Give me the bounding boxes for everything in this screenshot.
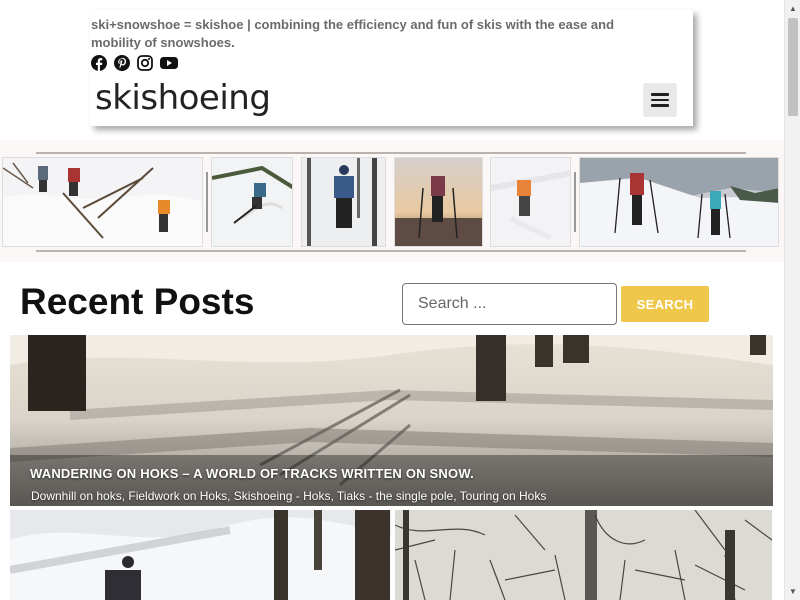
post-card-image [395,510,772,600]
hamburger-menu-icon [651,93,669,96]
banner-photo-powder-skier [490,157,571,247]
banner-photo-forest-skiers [2,157,203,247]
site-logo[interactable]: skishoeing [95,78,271,118]
banner-photo-sunset-skier [394,157,483,247]
banner-divider-top [36,152,746,154]
page: ski+snowshoe = skishoe | combining the e… [0,0,784,600]
featured-post-tags[interactable]: Downhill on hoks, Fieldwork on Hoks, Ski… [31,489,546,503]
page-scrollbar[interactable]: ▲ ▼ [784,0,800,600]
post-card-image [10,510,391,600]
pinterest-icon[interactable] [114,55,130,71]
post-card-engraving[interactable] [395,510,772,600]
photo-banner [0,140,784,262]
search-button[interactable]: SEARCH [621,286,709,322]
scroll-up-arrow-icon[interactable]: ▲ [785,0,800,17]
featured-post-card[interactable]: WANDERING ON HOKS – A WORLD OF TRACKS WR… [10,335,773,506]
facebook-icon[interactable] [91,55,107,71]
hamburger-menu-button[interactable] [643,83,677,117]
scroll-down-arrow-icon[interactable]: ▼ [785,583,800,600]
post-card-snow-forest[interactable] [10,510,391,600]
banner-photo-group-skiers [579,157,779,247]
featured-post-title[interactable]: WANDERING ON HOKS – A WORLD OF TRACKS WR… [30,466,474,482]
banner-photo-downhill-skier [211,157,293,247]
scrollbar-thumb[interactable] [788,18,798,116]
site-header: ski+snowshoe = skishoe | combining the e… [90,10,693,126]
site-tagline: ski+snowshoe = skishoe | combining the e… [91,17,615,50]
instagram-icon[interactable] [137,55,153,71]
social-links [91,55,178,71]
banner-photo-snowy-trees [301,157,386,247]
search-input[interactable] [402,283,617,325]
banner-divider-bottom [36,250,746,252]
youtube-icon[interactable] [160,55,178,71]
recent-posts-heading: Recent Posts [20,281,255,322]
